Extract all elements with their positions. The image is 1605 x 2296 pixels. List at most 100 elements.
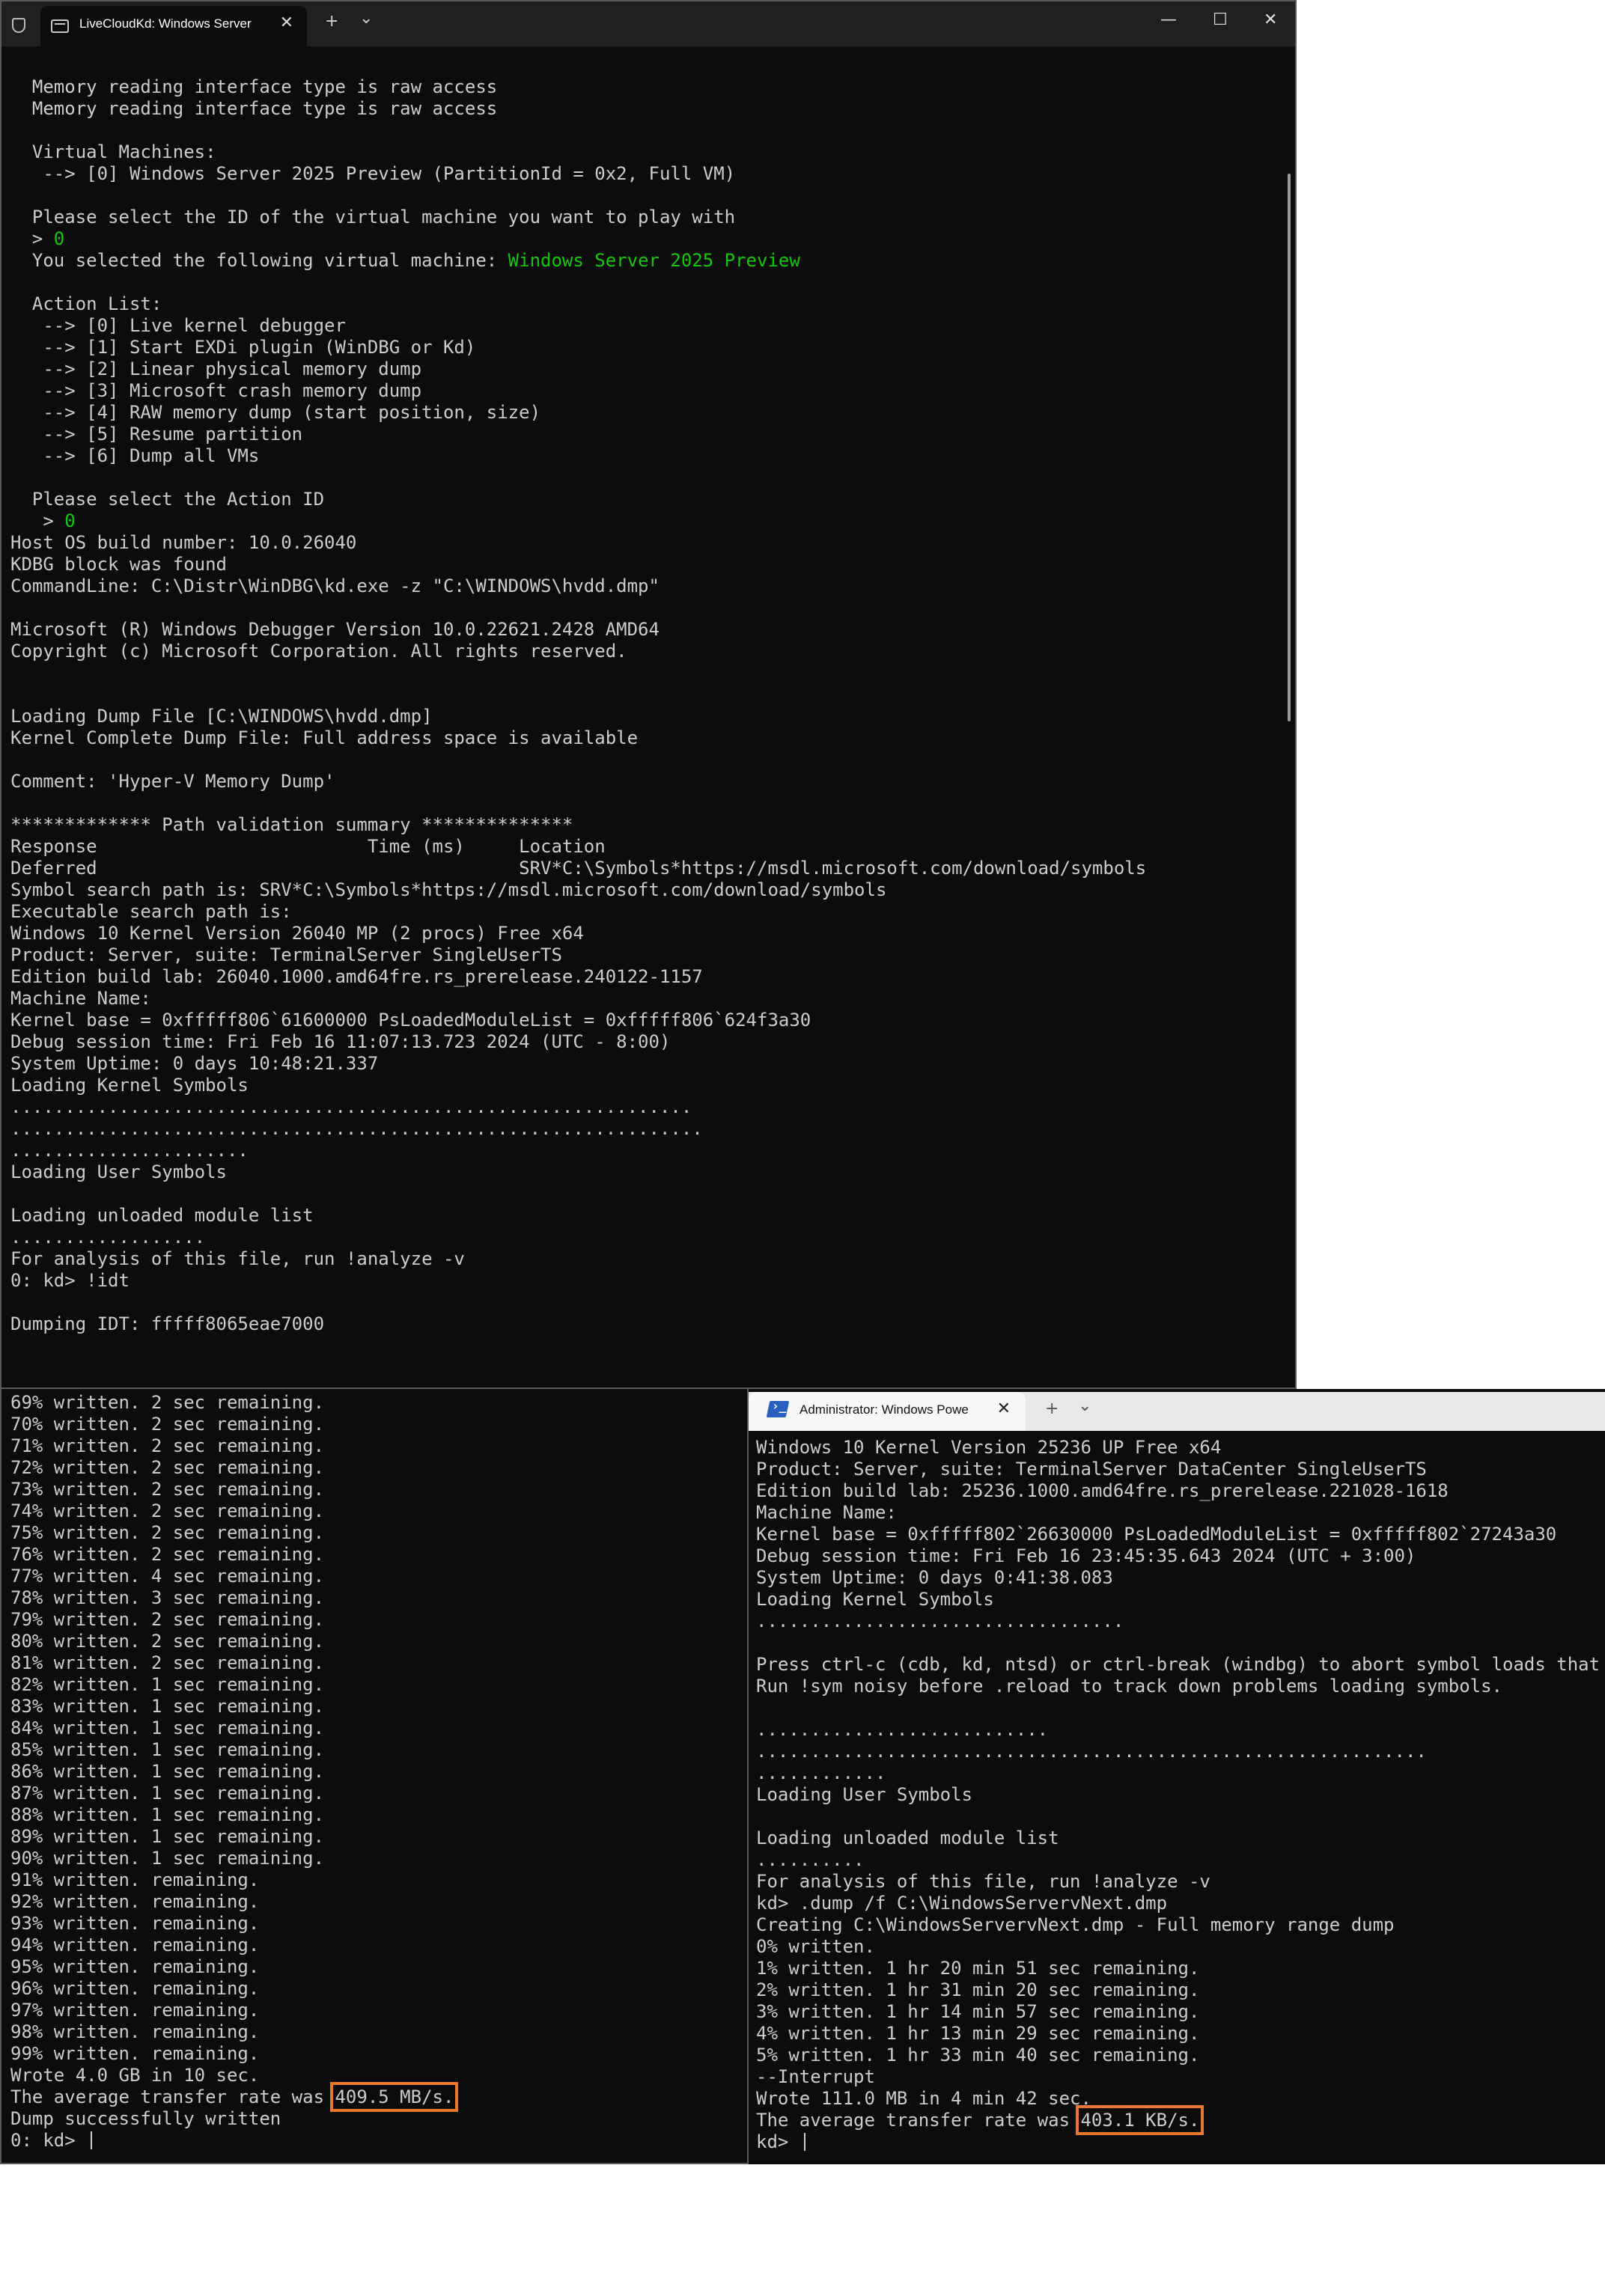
terminal-line: 95% written. remaining. (10, 1956, 260, 1977)
plus-icon[interactable]: + (325, 12, 338, 31)
terminal-line: Host OS build number: 10.0.26040 (10, 532, 357, 553)
terminal-line: For analysis of this file, run !analyze … (756, 1871, 1210, 1892)
chevron-down-icon[interactable]: ⌄ (359, 9, 373, 28)
kd-prompt[interactable]: kd> (756, 2131, 800, 2152)
terminal-line: 97% written. remaining. (10, 2000, 260, 2021)
terminal-line: --> [0] Live kernel debugger (10, 315, 346, 336)
tab-title: LiveCloudKd: Windows Server (79, 16, 252, 31)
terminal-line: Deferred SRV*C:\Symbols*https://msdl.mic… (10, 858, 1147, 879)
terminal-line: 82% written. 1 sec remaining. (10, 1674, 325, 1695)
terminal-output[interactable]: Memory reading interface type is raw acc… (10, 76, 1146, 1335)
terminal-line: --> [5] Resume partition (10, 424, 303, 445)
minimize-button[interactable]: — (1160, 10, 1177, 29)
terminal-line: 73% written. 2 sec remaining. (10, 1479, 325, 1500)
terminal-line: Machine Name: (756, 1502, 897, 1523)
terminal-line: 81% written. 2 sec remaining. (10, 1652, 325, 1673)
terminal-line: kd> .dump /f C:\WindowsServervNext.dmp (756, 1893, 1168, 1914)
terminal-line: Loading Kernel Symbols (10, 1075, 249, 1096)
terminal-line: Please select the Action ID (10, 489, 325, 510)
terminal-line: Action List: (10, 293, 162, 314)
terminal-line: 0% written. (756, 1936, 875, 1957)
scrollbar[interactable] (1288, 174, 1291, 721)
terminal-line: 78% written. 3 sec remaining. (10, 1587, 325, 1608)
close-icon[interactable]: ✕ (997, 1399, 1011, 1418)
terminal-line: Windows 10 Kernel Version 26040 MP (2 pr… (10, 923, 584, 944)
terminal-line: 85% written. 1 sec remaining. (10, 1739, 325, 1760)
kd-prompt[interactable]: 0: kd> (10, 2130, 86, 2151)
terminal-line: 99% written. remaining. (10, 2043, 260, 2064)
terminal-line: KDBG block was found (10, 554, 227, 575)
terminal-line: ...................... (10, 1140, 249, 1161)
close-icon[interactable]: ✕ (280, 13, 293, 32)
plus-icon[interactable]: + (1045, 1399, 1059, 1418)
shield-icon (12, 18, 25, 33)
terminal-line: 72% written. 2 sec remaining. (10, 1457, 325, 1478)
terminal-line: Edition build lab: 25236.1000.amd64fre.r… (756, 1480, 1449, 1501)
terminal-line: Response Time (ms) Location (10, 836, 606, 857)
terminal-line: ........................................… (10, 1096, 692, 1117)
terminal-icon (51, 19, 69, 33)
terminal-line: Wrote 111.0 MB in 4 min 42 sec. (756, 2088, 1091, 2109)
terminal-line: 87% written. 1 sec remaining. (10, 1783, 325, 1804)
terminal-line: Machine Name: (10, 988, 151, 1009)
terminal-line: ............ (756, 1762, 886, 1783)
terminal-line: Run !sym noisy before .reload to track d… (756, 1676, 1502, 1697)
action-id-input: 0 (64, 510, 76, 531)
maximize-button[interactable]: ☐ (1213, 10, 1228, 29)
terminal-line: 1% written. 1 hr 20 min 51 sec remaining… (756, 1958, 1200, 1979)
terminal-line: 3% written. 1 hr 14 min 57 sec remaining… (756, 2001, 1200, 2022)
terminal-line: --Interrupt (756, 2066, 875, 2087)
terminal-line: --> [2] Linear physical memory dump (10, 358, 422, 379)
terminal-line: 4% written. 1 hr 13 min 29 sec remaining… (756, 2023, 1200, 2044)
chevron-down-icon[interactable]: ⌄ (1078, 1396, 1091, 1415)
terminal-output[interactable]: 69% written. 2 sec remaining. 70% writte… (10, 1392, 459, 2152)
terminal-line: 89% written. 1 sec remaining. (10, 1826, 325, 1847)
terminal-line: Loading User Symbols (10, 1161, 227, 1182)
tab-bar: LiveCloudKd: Windows Server ✕ + ⌄ — ☐ ✕ (1, 1, 1295, 46)
text-cursor (803, 2133, 805, 2151)
terminal-line: 94% written. remaining. (10, 1935, 260, 1955)
terminal-line: 80% written. 2 sec remaining. (10, 1631, 325, 1652)
tab-livecloudkd[interactable]: LiveCloudKd: Windows Server ✕ (40, 6, 307, 46)
terminal-line: You selected the following virtual machi… (10, 250, 508, 271)
terminal-line: Loading User Symbols (756, 1784, 972, 1805)
terminal-line: --> [1] Start EXDi plugin (WinDBG or Kd) (10, 337, 476, 358)
terminal-output[interactable]: Windows 10 Kernel Version 25236 UP Free … (756, 1437, 1605, 2153)
terminal-line: ************* Path validation summary **… (10, 814, 573, 835)
powershell-icon (766, 1401, 790, 1417)
terminal-line: 69% written. 2 sec remaining. (10, 1392, 325, 1413)
terminal-line: 5% written. 1 hr 33 min 40 sec remaining… (756, 2045, 1200, 2066)
terminal-line: 84% written. 1 sec remaining. (10, 1718, 325, 1738)
tab-title: Administrator: Windows Powe (800, 1402, 969, 1417)
terminal-line: .......... (756, 1849, 865, 1870)
terminal-line: Press ctrl-c (cdb, kd, ntsd) or ctrl-bre… (756, 1654, 1605, 1675)
transfer-rate-highlight: 409.5 MB/s. (330, 2082, 459, 2112)
terminal-line: Memory reading interface type is raw acc… (10, 98, 498, 119)
terminal-line: 92% written. remaining. (10, 1891, 260, 1912)
text-cursor (91, 2131, 93, 2149)
terminal-line: The average transfer rate was (756, 2110, 1081, 2131)
vm-id-input: 0 (53, 228, 65, 249)
terminal-line: Kernel Complete Dump File: Full address … (10, 727, 639, 748)
terminal-line: 76% written. 2 sec remaining. (10, 1544, 325, 1565)
terminal-line: > (10, 228, 54, 249)
terminal-line: 98% written. remaining. (10, 2021, 260, 2042)
terminal-line: For analysis of this file, run !analyze … (10, 1248, 465, 1269)
terminal-line: 71% written. 2 sec remaining. (10, 1435, 325, 1456)
terminal-window-powershell: Administrator: Windows Powe ✕ + ⌄ Window… (747, 1389, 1605, 2164)
terminal-line: Windows 10 Kernel Version 25236 UP Free … (756, 1437, 1222, 1458)
terminal-line: Comment: 'Hyper-V Memory Dump' (10, 771, 335, 792)
close-window-button[interactable]: ✕ (1264, 10, 1277, 29)
terminal-line: 77% written. 4 sec remaining. (10, 1566, 325, 1587)
terminal-line: Executable search path is: (10, 901, 292, 922)
tab-administrator-powershell[interactable]: Administrator: Windows Powe ✕ (749, 1392, 1026, 1431)
terminal-line: --> [3] Microsoft crash memory dump (10, 380, 422, 401)
terminal-line: ........................................… (756, 1741, 1427, 1762)
terminal-line: 0: kd> !idt (10, 1270, 130, 1291)
terminal-line: --> [4] RAW memory dump (start position,… (10, 402, 541, 423)
terminal-line: Kernel base = 0xfffff802`26630000 PsLoad… (756, 1524, 1557, 1545)
terminal-line: Edition build lab: 26040.1000.amd64fre.r… (10, 966, 703, 987)
terminal-line: Creating C:\WindowsServervNext.dmp - Ful… (756, 1914, 1395, 1935)
terminal-line: Loading unloaded module list (756, 1828, 1059, 1848)
terminal-line: Dump successfully written (10, 2108, 281, 2129)
